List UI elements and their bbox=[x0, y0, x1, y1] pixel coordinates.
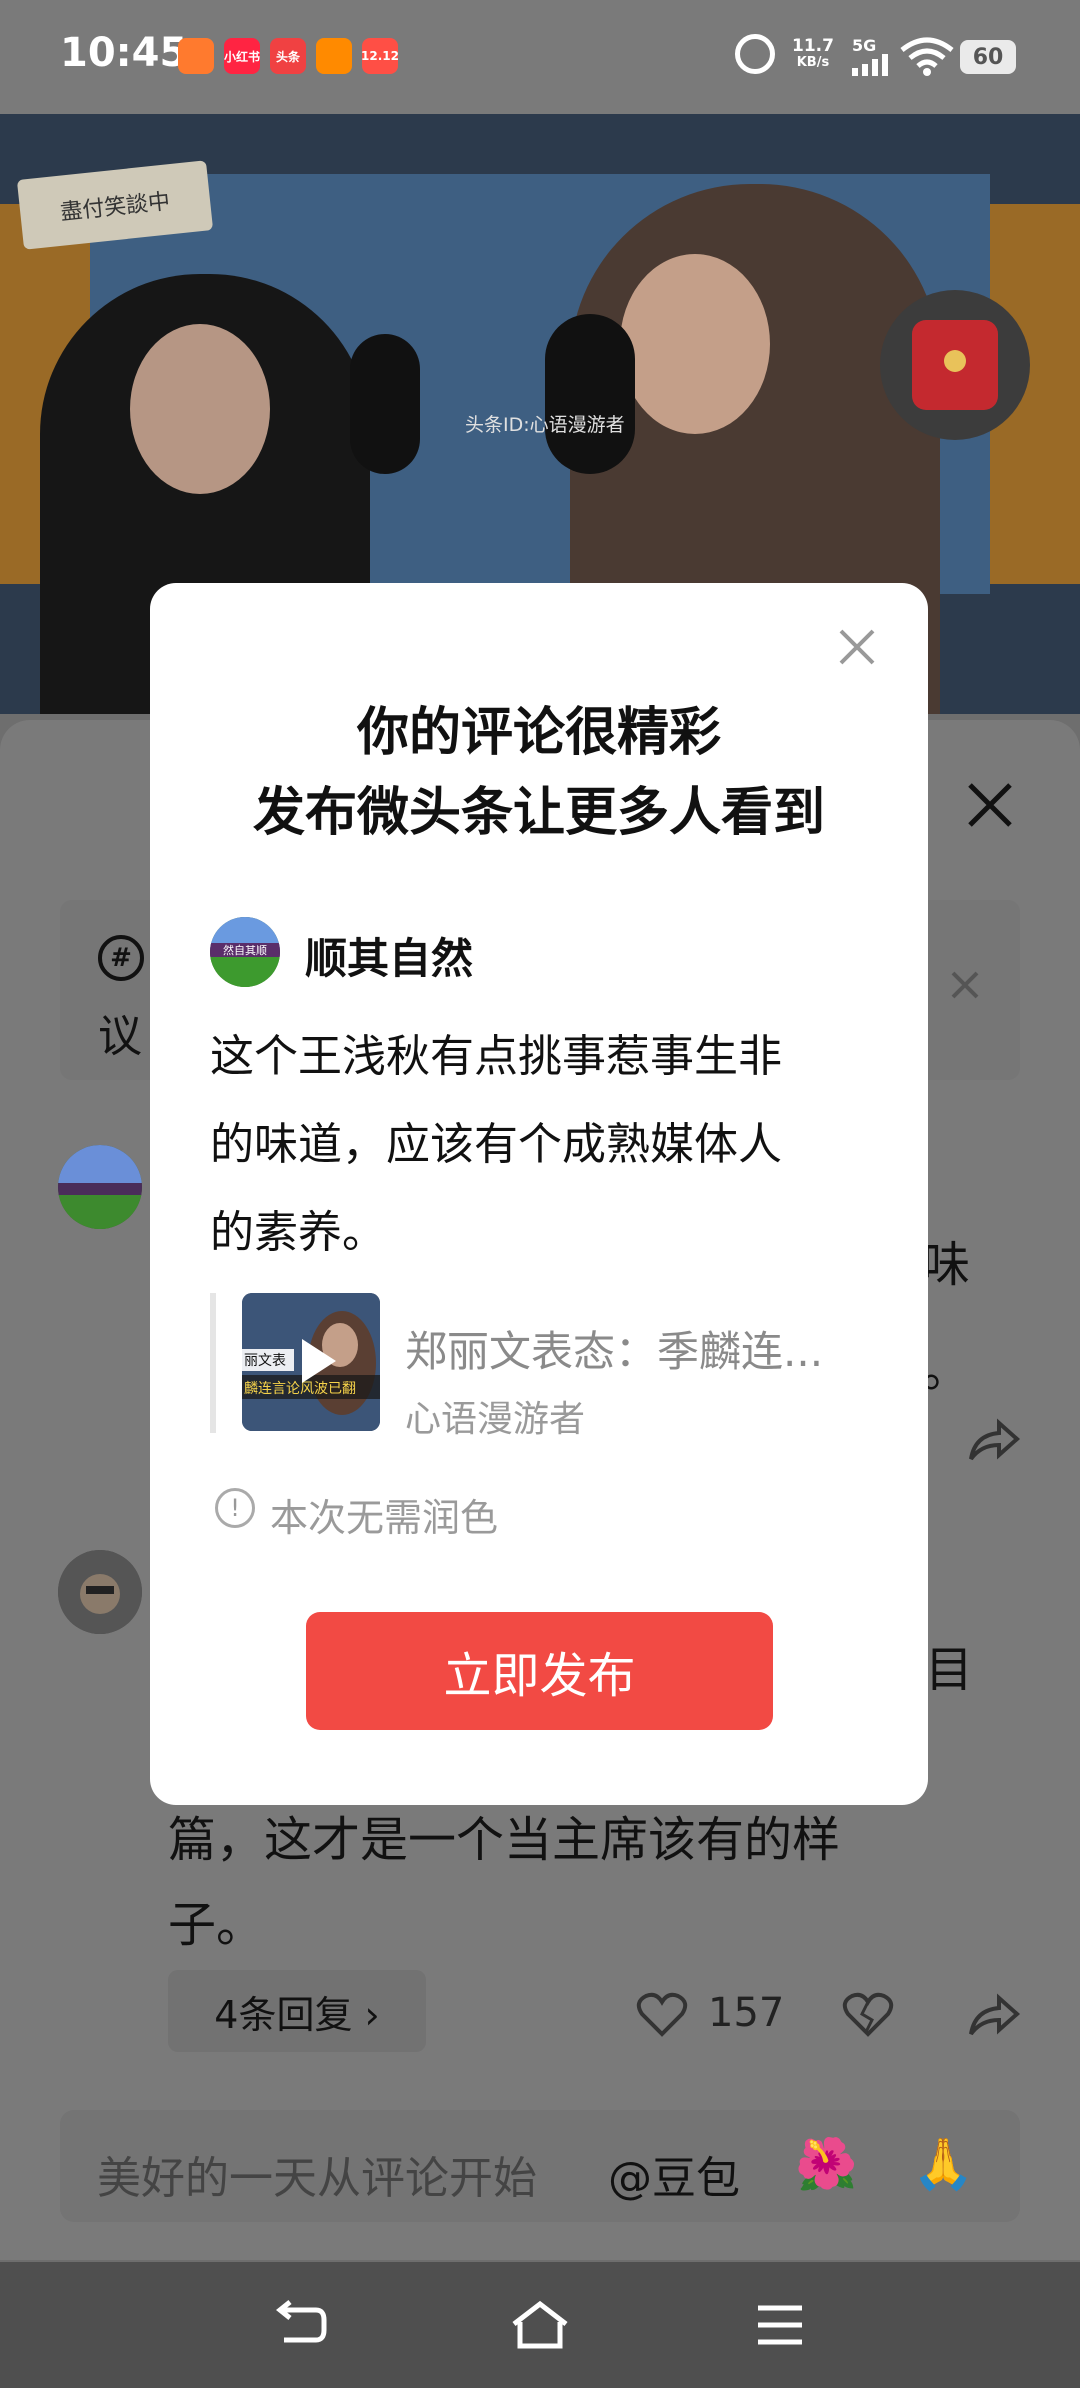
guest-right-face bbox=[620, 254, 770, 434]
comment-text: 。 bbox=[922, 1342, 971, 1398]
polish-notice: 本次无需润色 bbox=[270, 1496, 499, 1540]
avatar-text: 然自其顺 bbox=[223, 943, 267, 957]
wifi-icon bbox=[900, 37, 954, 76]
comment-text: 子。 bbox=[168, 1897, 265, 1953]
share-icon[interactable] bbox=[965, 1990, 1021, 2040]
comment-line: 的味道，应该有个成熟媒体人 bbox=[210, 1119, 782, 1170]
comment-text: 目 bbox=[925, 1642, 974, 1698]
red-envelope-seal bbox=[944, 350, 966, 372]
comment-text: 篇，这才是一个当主席该有的样 bbox=[168, 1812, 841, 1868]
alarm-icon bbox=[735, 34, 775, 74]
share-icon[interactable] bbox=[965, 1415, 1021, 1465]
microphone bbox=[545, 314, 635, 474]
close-icon[interactable] bbox=[960, 775, 1020, 835]
event-icon: 12.12 bbox=[361, 38, 399, 74]
menu-icon[interactable] bbox=[750, 2300, 810, 2350]
net-speed-unit: KB/s bbox=[796, 55, 830, 70]
shop-icon bbox=[316, 38, 352, 74]
xiaohongshu-icon: 小红书 bbox=[224, 38, 260, 74]
quote-divider bbox=[210, 1293, 216, 1433]
comment-line: 的素养。 bbox=[210, 1207, 386, 1258]
dialog-subtitle: 发布微头条让更多人看到 bbox=[252, 783, 825, 843]
host-left-face bbox=[130, 324, 270, 494]
heart-icon[interactable] bbox=[636, 1992, 688, 2038]
mention-doubao-button[interactable]: @豆包 bbox=[608, 2142, 740, 2206]
like-count: 157 bbox=[708, 1990, 785, 2036]
signal-icon bbox=[852, 54, 888, 76]
network-type: 5G bbox=[852, 36, 877, 55]
quoted-article-title: 郑丽文表态：季麟连... bbox=[405, 1327, 824, 1376]
kuaishou-icon bbox=[178, 38, 214, 74]
publish-button[interactable]: 立即发布 bbox=[306, 1612, 773, 1730]
thumb-caption: 丽文表 bbox=[244, 1353, 286, 1369]
user-name: 顺其自然 bbox=[305, 934, 474, 983]
microphone bbox=[350, 334, 420, 474]
topic-text: 议 bbox=[98, 1011, 142, 1062]
quoted-article-author: 心语漫游者 bbox=[405, 1399, 586, 1440]
home-icon[interactable] bbox=[510, 2300, 570, 2350]
avatar[interactable] bbox=[58, 1550, 142, 1634]
comment-input-placeholder[interactable]: 美好的一天从评论开始 bbox=[97, 2142, 537, 2206]
user-avatar: 然自其顺 bbox=[210, 917, 280, 987]
topic-close-icon[interactable] bbox=[945, 965, 985, 1005]
play-icon bbox=[302, 1339, 336, 1383]
back-icon[interactable] bbox=[270, 2300, 330, 2350]
comment-line: 这个王浅秋有点挑事惹事生非 bbox=[210, 1031, 782, 1082]
comment-text: 味 bbox=[922, 1237, 971, 1293]
dialog-title: 你的评论很精彩 bbox=[356, 703, 721, 763]
pray-emoji-button[interactable]: 🙏 bbox=[912, 2135, 974, 2194]
info-icon: ! bbox=[215, 1488, 255, 1528]
replies-button[interactable]: 4条回复 › bbox=[168, 1970, 426, 2052]
net-speed-value: 11.7 bbox=[792, 36, 834, 56]
red-packet-button[interactable] bbox=[880, 290, 1030, 440]
flower-emoji-button[interactable]: 🌺 bbox=[795, 2135, 857, 2194]
dialog-close-icon[interactable] bbox=[835, 625, 879, 669]
toutiao-icon: 头条 bbox=[270, 38, 306, 74]
video-watermark: 头条ID:心语漫游者 bbox=[465, 414, 625, 436]
broken-heart-icon[interactable] bbox=[842, 1992, 894, 2038]
net-speed: 11.7 KB/s bbox=[792, 36, 834, 70]
battery-indicator: 60 bbox=[960, 40, 1016, 74]
status-time: 10:45 bbox=[60, 30, 188, 76]
avatar[interactable] bbox=[58, 1145, 142, 1229]
topic-icon: # bbox=[98, 935, 144, 981]
